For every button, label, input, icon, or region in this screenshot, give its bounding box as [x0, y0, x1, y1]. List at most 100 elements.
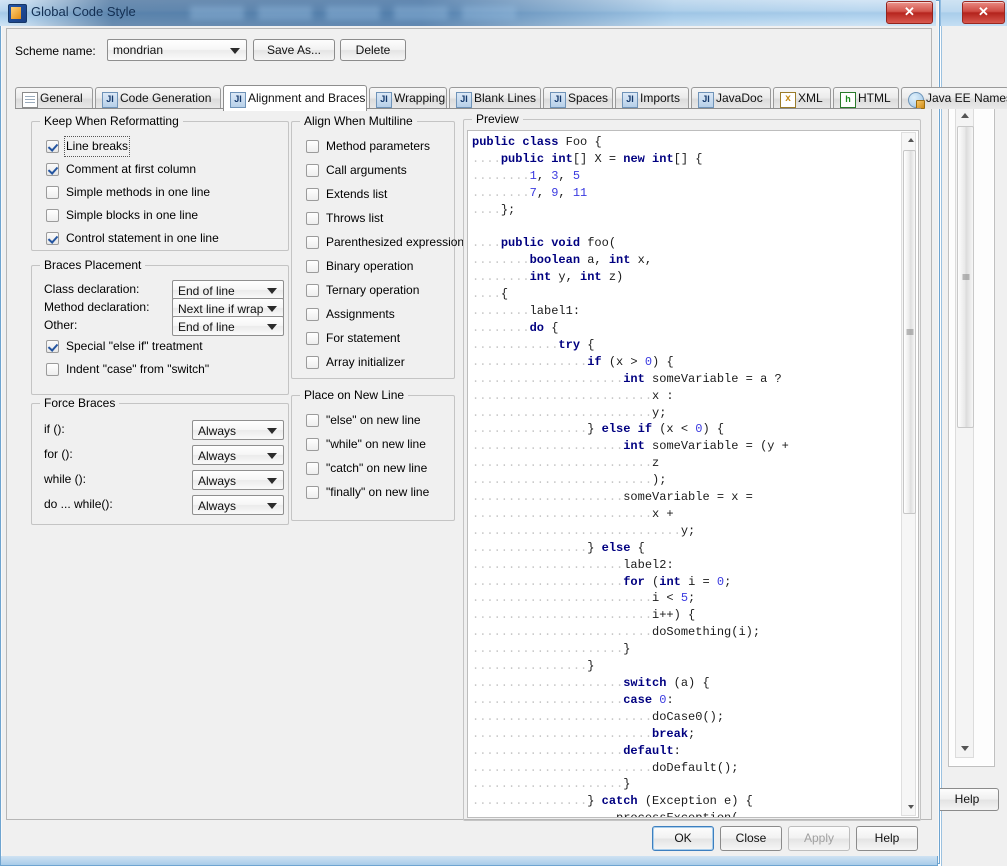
code-token-ws: ..................... — [472, 777, 623, 791]
settings-tabstrip[interactable]: GeneralJICode GenerationJIAlignment and … — [15, 85, 921, 109]
checkbox-icon[interactable] — [306, 260, 319, 273]
tab-java-ee-names[interactable]: Java EE Names — [901, 87, 1007, 109]
tab-general[interactable]: General — [15, 87, 93, 109]
preview-scrollbar-thumb[interactable] — [903, 150, 916, 514]
force-braces-combobox[interactable]: Always — [192, 495, 284, 515]
checkbox-label: Binary operation — [326, 258, 413, 275]
java-icon: JI — [698, 92, 714, 108]
scrollbar-grip-icon — [962, 274, 969, 281]
braces-placement-title: Braces Placement — [40, 258, 145, 272]
checkbox-icon[interactable] — [306, 414, 319, 427]
delete-button[interactable]: Delete — [340, 39, 406, 61]
tab-blank-lines[interactable]: JIBlank Lines — [449, 87, 541, 109]
checkbox-icon[interactable] — [306, 438, 319, 451]
code-token-kw: public class — [472, 135, 566, 149]
preview-scrollbar[interactable] — [901, 132, 916, 816]
tab-label: Spaces — [568, 88, 608, 108]
checkbox-icon[interactable] — [306, 332, 319, 345]
tab-html[interactable]: hHTML — [833, 87, 899, 109]
code-token-ws: ......................... — [472, 625, 652, 639]
force-braces-title: Force Braces — [40, 396, 119, 410]
code-token-id: (Exception e) { — [645, 794, 753, 808]
checkbox-label: Method parameters — [326, 138, 430, 155]
checkbox-label: Extends list — [326, 186, 387, 203]
scroll-down-arrow-icon[interactable] — [956, 742, 973, 757]
code-token-kw: int — [623, 372, 652, 386]
code-token-id: someVariable = (y + — [652, 439, 789, 453]
checkbox-icon[interactable] — [46, 163, 59, 176]
help-button[interactable]: Help — [856, 826, 918, 851]
dialog-titlebar[interactable]: Global Code Style — [0, 0, 936, 26]
tab-xml[interactable]: xXML — [773, 87, 831, 109]
checkbox-icon[interactable] — [46, 363, 59, 376]
code-line: ................} else { — [472, 540, 892, 557]
scrollbar-thumb[interactable] — [957, 126, 974, 428]
code-token-id: { — [501, 287, 508, 301]
code-token-kw: else if — [602, 422, 660, 436]
code-token-id: [] — [573, 152, 595, 166]
braces-combobox[interactable]: End of line — [172, 316, 284, 336]
ok-button[interactable]: OK — [652, 826, 714, 851]
code-line: .........................x : — [472, 388, 892, 405]
checkbox-label: Ternary operation — [326, 282, 419, 299]
tab-alignment-and-braces[interactable]: JIAlignment and Braces — [223, 85, 367, 111]
code-line: .........................y; — [472, 405, 892, 422]
checkbox-icon[interactable] — [46, 232, 59, 245]
background-window-scrollbar[interactable] — [955, 108, 974, 758]
tab-wrapping[interactable]: JIWrapping — [369, 87, 447, 109]
background-window-help-button[interactable]: Help — [935, 788, 999, 811]
checkbox-icon[interactable] — [46, 140, 59, 153]
braces-value: End of line — [178, 317, 264, 337]
checkbox-icon[interactable] — [306, 236, 319, 249]
checkbox-icon[interactable] — [46, 340, 59, 353]
code-token-ws: ..................... — [472, 676, 623, 690]
tab-spaces[interactable]: JISpaces — [543, 87, 613, 109]
document-icon — [22, 92, 38, 108]
checkbox-icon[interactable] — [306, 308, 319, 321]
tab-javadoc[interactable]: JIJavaDoc — [691, 87, 771, 109]
close-button[interactable]: Close — [720, 826, 782, 851]
scroll-up-arrow-icon[interactable] — [956, 109, 973, 124]
braces-combobox[interactable]: Next line if wrap... — [172, 298, 284, 318]
dialog-close-button[interactable]: ✕ — [886, 1, 933, 24]
checkbox-icon[interactable] — [46, 209, 59, 222]
code-token-kw: boolean — [530, 253, 588, 267]
preview-code-area[interactable]: public class Foo { ....public int[] X = n… — [467, 130, 919, 818]
code-line: ....................processException( — [472, 810, 892, 818]
code-token-kw: int — [623, 439, 652, 453]
background-window-close-icon[interactable]: ✕ — [962, 1, 1005, 24]
checkbox-icon[interactable] — [306, 486, 319, 499]
code-token-kw: int — [659, 575, 688, 589]
force-braces-group: Force Braces if ():Alwaysfor ():Alwayswh… — [31, 403, 289, 525]
save-as-button[interactable]: Save As... — [253, 39, 335, 61]
code-token-id: i++) { — [652, 608, 695, 622]
checkbox-icon[interactable] — [306, 140, 319, 153]
code-line: ....}; — [472, 202, 892, 219]
code-token-num: 0 — [645, 355, 652, 369]
checkbox-icon[interactable] — [306, 164, 319, 177]
code-line: .........................z — [472, 455, 892, 472]
code-line: ........label1: — [472, 303, 892, 320]
checkbox-icon[interactable] — [306, 462, 319, 475]
braces-combobox[interactable]: End of line — [172, 280, 284, 300]
code-token-id: Foo — [566, 135, 595, 149]
checkbox-icon[interactable] — [306, 284, 319, 297]
preview-scroll-up-arrow-icon[interactable] — [902, 133, 919, 148]
code-line: ....public int[] X = new int[] { — [472, 151, 892, 168]
code-token-ws: ..................... — [472, 439, 623, 453]
force-braces-combobox[interactable]: Always — [192, 420, 284, 440]
tab-imports[interactable]: JIImports — [615, 87, 689, 109]
scheme-name-combobox[interactable]: mondrian — [107, 39, 247, 61]
checkbox-icon[interactable] — [306, 212, 319, 225]
code-line: .....................switch (a) { — [472, 675, 892, 692]
code-token-id: }; — [501, 203, 515, 217]
force-braces-combobox[interactable]: Always — [192, 445, 284, 465]
checkbox-icon[interactable] — [46, 186, 59, 199]
tab-code-generation[interactable]: JICode Generation — [95, 87, 221, 109]
force-braces-combobox[interactable]: Always — [192, 470, 284, 490]
checkbox-icon[interactable] — [306, 356, 319, 369]
checkbox-icon[interactable] — [306, 188, 319, 201]
preview-scroll-down-arrow-icon[interactable] — [902, 800, 919, 815]
chevron-down-icon — [267, 478, 277, 484]
code-token-ws: ......................... — [472, 456, 652, 470]
